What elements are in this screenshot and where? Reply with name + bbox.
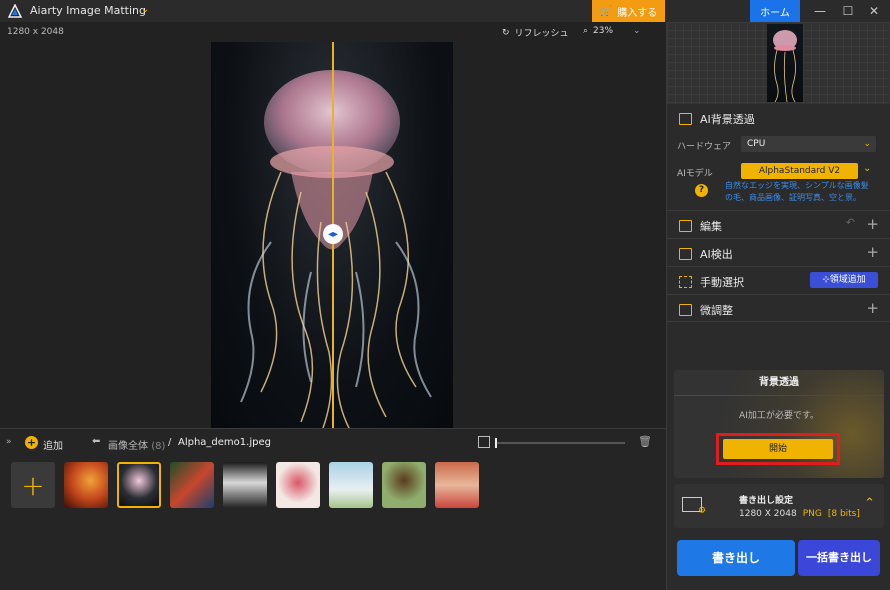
fine-tune-section[interactable]: 微調整 + xyxy=(667,294,890,322)
fine-tune-title-wrap: 微調整 xyxy=(679,302,733,318)
trash-icon[interactable]: 🗑 xyxy=(638,435,652,448)
plus-icon[interactable]: + xyxy=(866,299,879,317)
thumbnail-item[interactable] xyxy=(329,462,373,508)
zoom-icon: ⌕ xyxy=(583,26,589,36)
ai-detect-icon xyxy=(679,248,692,260)
start-highlight: 開始 xyxy=(716,433,840,465)
image-dimensions: 1280 x 2048 xyxy=(7,27,64,37)
crumb-count: (8) xyxy=(151,441,166,452)
slider-knob[interactable] xyxy=(495,438,497,448)
export-size: 1280 X 2048 xyxy=(739,509,797,519)
chevron-down-icon[interactable]: ⌄ xyxy=(141,4,149,15)
export-meta: 1280 X 2048 PNG [8 bits] xyxy=(739,509,860,519)
ai-removal-section-title: AI背景透過 xyxy=(679,111,755,127)
title-bar: Aiarty Image Matting ⌄ 🛒 購入する ホーム — ☐ ✕ xyxy=(0,0,890,22)
image-size-icon xyxy=(478,436,490,448)
add-region-button[interactable]: ⊹領域追加 xyxy=(810,272,878,288)
current-file-name: Alpha_demo1.jpeg xyxy=(178,437,271,448)
crumb-all-label: 画像全体 xyxy=(108,441,148,452)
manual-select-title: 手動選択 xyxy=(700,276,744,289)
preview-thumbnail xyxy=(667,22,890,104)
help-icon[interactable]: ? xyxy=(695,184,708,197)
refresh-icon: ↻ xyxy=(502,27,510,38)
canvas-area[interactable]: 1280 x 2048 ↻ リフレッシュ ⌕ 23% ⌄ ◂▸ xyxy=(0,22,666,428)
breadcrumb-all[interactable]: 画像全体 (8) xyxy=(108,437,165,452)
ai-detect-title: AI検出 xyxy=(700,248,733,261)
gear-icon: ⚙ xyxy=(698,506,707,516)
manual-select-section[interactable]: 手動選択 ⊹領域追加 xyxy=(667,266,890,294)
add-icon[interactable]: + xyxy=(25,436,38,449)
ai-model-select[interactable]: AlphaStandard V2 xyxy=(741,163,858,179)
collapse-icon[interactable]: » xyxy=(6,437,12,447)
chevron-up-icon[interactable]: ⌃ xyxy=(864,496,875,511)
edit-icon xyxy=(679,220,692,232)
export-settings-title: 書き出し設定 xyxy=(739,496,794,506)
back-arrow-icon[interactable]: ⬅ xyxy=(92,436,100,447)
breadcrumb-separator: / xyxy=(168,437,172,448)
chevron-down-icon[interactable]: ⌄ xyxy=(633,26,641,36)
plus-icon[interactable]: + xyxy=(866,243,879,261)
thumbnail-item[interactable] xyxy=(276,462,320,508)
thumbnail-item[interactable] xyxy=(435,462,479,508)
preview-image xyxy=(767,24,803,103)
chevron-down-icon[interactable]: ⌄ xyxy=(863,163,871,174)
hardware-value: CPU xyxy=(747,139,766,149)
zoom-value: 23% xyxy=(593,26,614,36)
thumbnail-bar: » + 追加 ⬅ 画像全体 (8) / Alpha_demo1.jpeg 🗑 + xyxy=(0,428,666,590)
thumbnail-item-selected[interactable] xyxy=(117,462,161,508)
model-description: 自然なエッジを実現、シンプルな画像髪の毛、商品画像、証明写真、空と景。 xyxy=(725,181,869,202)
image-icon xyxy=(679,113,692,125)
ai-model-label: AIモデル xyxy=(677,169,713,179)
edit-section[interactable]: 編集 ↶ + xyxy=(667,210,890,238)
zoom-control[interactable]: ⌕ 23% xyxy=(583,26,613,36)
edit-title-wrap: 編集 xyxy=(679,218,722,234)
ai-detect-section[interactable]: AI検出 + xyxy=(667,238,890,266)
add-image-button[interactable]: + xyxy=(11,462,55,508)
app-title: Aiarty Image Matting xyxy=(30,4,146,17)
close-button[interactable]: ✕ xyxy=(866,3,882,19)
right-panel: AI背景透過 ハードウェア CPU ⌄ AIモデル AlphaStandard … xyxy=(666,22,890,590)
compare-handle-icon[interactable]: ◂▸ xyxy=(323,224,343,244)
app-logo-icon xyxy=(8,4,22,18)
minimize-button[interactable]: — xyxy=(812,3,828,19)
batch-export-button[interactable]: 一括書き出し xyxy=(798,540,880,576)
add-region-label: 領域追加 xyxy=(829,275,866,285)
thumbnail-item[interactable] xyxy=(170,462,214,508)
fine-tune-icon xyxy=(679,304,692,316)
maximize-button[interactable]: ☐ xyxy=(840,3,856,19)
export-bits: [8 bits] xyxy=(827,509,860,519)
background-removal-box: 背景透過 AI加工が必要です。 開始 xyxy=(674,370,884,478)
buy-button[interactable]: 🛒 購入する xyxy=(592,0,665,22)
thumbnail-item[interactable] xyxy=(64,462,108,508)
thumbnail-list: + xyxy=(11,462,479,508)
fine-tune-title: 微調整 xyxy=(700,304,733,317)
preview-jellyfish xyxy=(773,30,797,103)
hardware-select[interactable]: CPU ⌄ xyxy=(741,136,876,152)
start-button[interactable]: 開始 xyxy=(723,439,833,459)
thumbnail-size-slider[interactable] xyxy=(495,438,625,448)
buy-label: 購入する xyxy=(617,7,658,19)
ai-removal-title: AI背景透過 xyxy=(700,113,755,126)
bg-removal-message: AI加工が必要です。 xyxy=(739,411,819,421)
export-button[interactable]: 書き出し xyxy=(677,540,795,576)
refresh-button[interactable]: ↻ リフレッシュ xyxy=(502,26,569,40)
undo-icon[interactable]: ↶ xyxy=(846,216,855,229)
add-label[interactable]: 追加 xyxy=(43,437,63,452)
hardware-label: ハードウェア xyxy=(677,142,732,152)
bg-removal-title: 背景透過 xyxy=(674,370,884,396)
cart-icon: 🛒 xyxy=(599,5,613,17)
selection-icon xyxy=(679,276,692,288)
export-format: PNG xyxy=(802,509,822,519)
tab-home[interactable]: ホーム xyxy=(750,0,800,22)
export-settings[interactable]: ⚙ 書き出し設定 1280 X 2048 PNG [8 bits] ⌃ xyxy=(674,484,884,528)
thumbnail-item[interactable] xyxy=(382,462,426,508)
ai-detect-title-wrap: AI検出 xyxy=(679,246,733,262)
edit-title: 編集 xyxy=(700,220,722,233)
jellyfish-image: ◂▸ xyxy=(211,42,453,428)
thumbnail-item[interactable] xyxy=(223,462,267,508)
plus-icon[interactable]: + xyxy=(866,215,879,233)
manual-title-wrap: 手動選択 xyxy=(679,274,744,290)
refresh-label: リフレッシュ xyxy=(514,29,569,39)
chevron-down-icon: ⌄ xyxy=(863,139,871,149)
